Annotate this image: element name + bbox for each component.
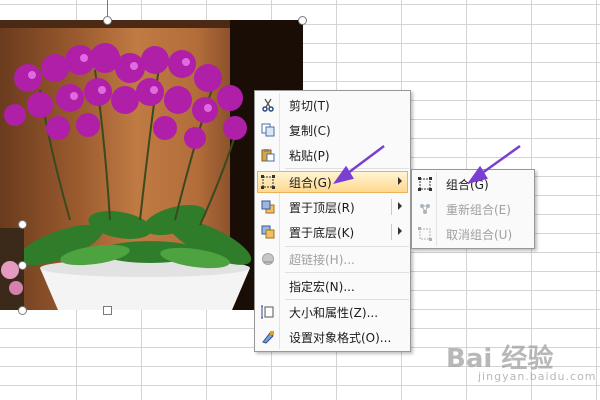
menu-item-label: 超链接(H)... <box>289 252 355 267</box>
context-menu: 剪切(T) 复制(C) 粘贴(P) 组合(G) 置于顶层(R) 置于底层(K) <box>254 90 411 352</box>
group-icon <box>414 173 436 195</box>
menu-item-label: 复制(C) <box>289 123 331 138</box>
submenu-item-group[interactable]: 组合(G) <box>414 173 532 195</box>
menu-item-format-object[interactable]: 设置对象格式(O)... <box>257 326 408 348</box>
menu-item-send-to-back[interactable]: 置于底层(K) <box>257 221 408 243</box>
menu-item-label: 大小和属性(Z)... <box>289 305 379 320</box>
menu-separator <box>285 272 409 273</box>
size-properties-icon <box>257 301 279 323</box>
menu-item-label: 设置对象格式(O)... <box>289 330 392 345</box>
menu-separator <box>285 299 409 300</box>
submenu-arrow-icon <box>398 227 402 235</box>
resize-handle-bottom-left[interactable] <box>18 306 27 315</box>
submenu-item-regroup: 重新组合(E) <box>414 198 532 220</box>
bring-to-front-icon <box>257 196 279 218</box>
empty-icon-slot <box>257 275 279 297</box>
ungroup-icon <box>414 223 436 245</box>
menu-item-hyperlink: 超链接(H)... <box>257 248 408 270</box>
resize-handle-left-lower[interactable] <box>18 261 27 270</box>
paste-icon <box>257 144 279 166</box>
send-to-back-icon <box>257 221 279 243</box>
scissors-icon <box>257 94 279 116</box>
group-submenu: 组合(G) 重新组合(E) 取消组合(U) <box>411 169 535 249</box>
menu-split-divider <box>391 224 392 240</box>
baidu-watermark: Bai 经验 jingyan.baidu.com <box>446 338 596 388</box>
copy-icon <box>257 119 279 141</box>
menu-item-label: 粘贴(P) <box>289 148 330 163</box>
menu-item-label: 组合(G) <box>446 177 489 192</box>
menu-item-label: 重新组合(E) <box>446 202 511 217</box>
menu-separator <box>285 168 409 169</box>
submenu-arrow-icon <box>398 177 402 185</box>
hyperlink-icon <box>257 248 279 270</box>
menu-item-paste[interactable]: 粘贴(P) <box>257 144 408 166</box>
menu-item-label: 取消组合(U) <box>446 227 513 242</box>
menu-item-size-properties[interactable]: 大小和属性(Z)... <box>257 301 408 323</box>
submenu-arrow-icon <box>398 202 402 210</box>
rotation-handle[interactable] <box>103 16 112 25</box>
menu-item-bring-to-front[interactable]: 置于顶层(R) <box>257 196 408 218</box>
menu-item-group[interactable]: 组合(G) <box>257 171 408 193</box>
menu-item-copy[interactable]: 复制(C) <box>257 119 408 141</box>
resize-handle-top-right[interactable] <box>298 16 307 25</box>
submenu-item-ungroup: 取消组合(U) <box>414 223 532 245</box>
format-object-icon <box>257 326 279 348</box>
menu-item-label: 置于底层(K) <box>289 225 355 240</box>
menu-separator <box>285 246 409 247</box>
menu-item-label: 指定宏(N)... <box>289 279 355 294</box>
watermark-sub-text: jingyan.baidu.com <box>478 370 597 383</box>
menu-split-divider <box>391 199 392 215</box>
menu-item-label: 剪切(T) <box>289 98 330 113</box>
menu-item-cut[interactable]: 剪切(T) <box>257 94 408 116</box>
menu-item-label: 置于顶层(R) <box>289 200 355 215</box>
resize-handle-bottom-middle[interactable] <box>103 306 112 315</box>
regroup-icon <box>414 198 436 220</box>
group-icon <box>257 171 279 193</box>
menu-item-label: 组合(G) <box>289 175 332 190</box>
resize-handle-left[interactable] <box>18 220 27 229</box>
menu-item-assign-macro[interactable]: 指定宏(N)... <box>257 275 408 297</box>
